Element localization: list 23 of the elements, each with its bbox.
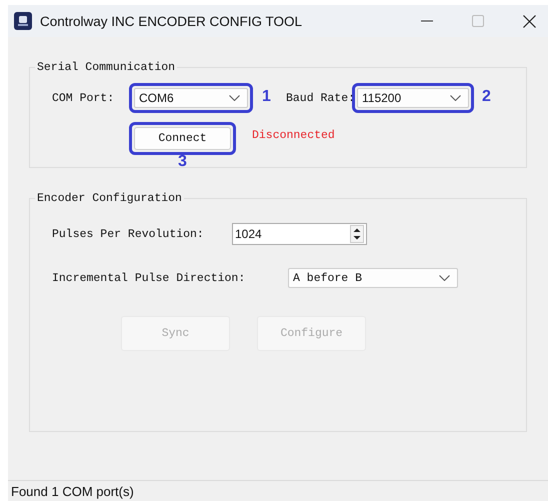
window-title: Controlway INC ENCODER CONFIG TOOL	[40, 14, 302, 28]
callout-number: 1	[262, 88, 271, 106]
status-text: Found 1 COM port(s)	[11, 484, 134, 498]
chevron-icon	[450, 95, 461, 101]
app-icon	[14, 12, 32, 30]
field-label: Pulses Per Revolution:	[52, 228, 205, 240]
callout-number: 2	[482, 88, 491, 106]
group-title: Serial Communication	[36, 61, 176, 74]
chevron-icon	[439, 275, 450, 281]
connection-status: Disconnected	[252, 129, 335, 142]
com-port-dropdown[interactable]: COM6	[134, 88, 248, 108]
field-label: Incremental Pulse Direction:	[52, 272, 246, 284]
chevron-icon	[229, 95, 240, 101]
callout-number: 3	[178, 153, 187, 171]
direction-dropdown[interactable]: A before B	[288, 268, 458, 288]
spin-arrows-icon	[350, 225, 364, 243]
connect-button[interactable]: Connect	[134, 127, 231, 150]
close-icon[interactable]	[523, 14, 536, 28]
group-title: Encoder Configuration	[36, 192, 183, 205]
field-label: COM Port:	[52, 92, 116, 104]
pulses-spinbox[interactable]: 1024	[232, 223, 367, 245]
baud-rate-dropdown[interactable]: 115200	[357, 88, 469, 108]
field-label: Baud Rate:	[286, 92, 356, 104]
